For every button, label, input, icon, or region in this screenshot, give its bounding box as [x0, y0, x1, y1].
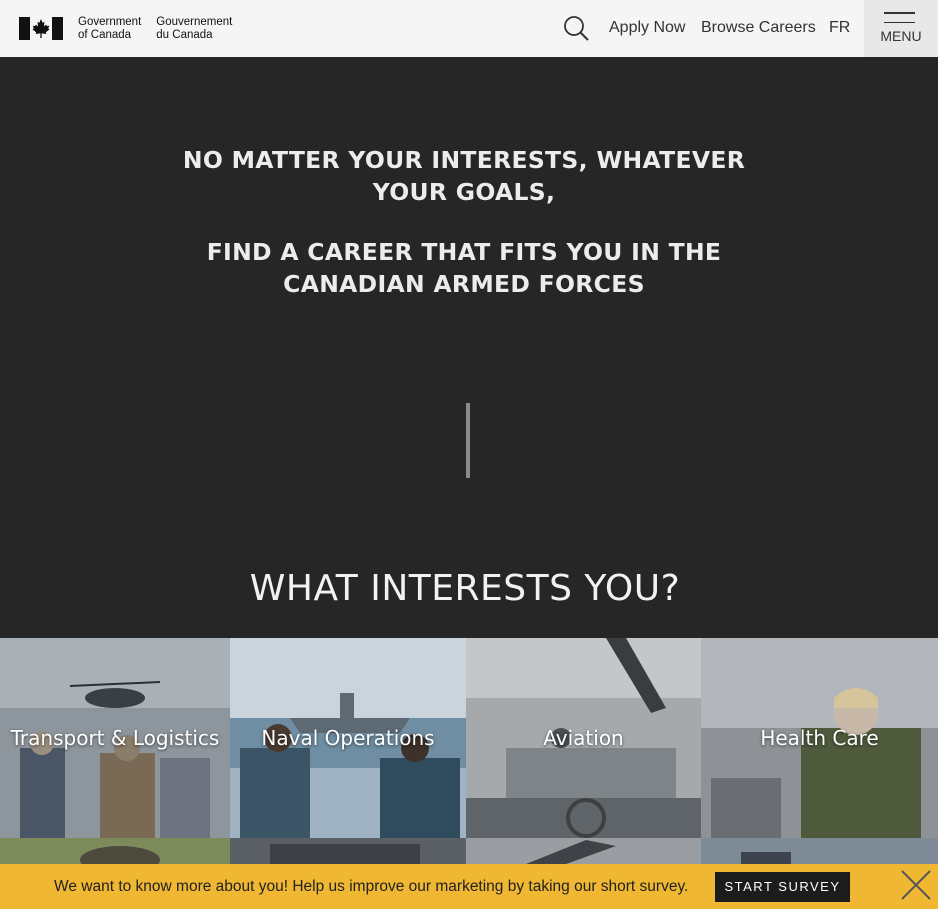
tile-label: Health Care — [760, 726, 879, 750]
browse-careers-link[interactable]: Browse Careers — [701, 19, 816, 37]
tile-row2-3[interactable] — [466, 838, 701, 864]
logo-en-line2: of Canada — [78, 29, 132, 41]
site-header: Government of Canada Gouvernement du Can… — [0, 0, 938, 57]
survey-banner: We want to know more about you! Help us … — [0, 864, 938, 909]
hero-heading: NO MATTER YOUR INTERESTS, WHATEVER YOUR … — [0, 144, 928, 300]
tile-photo — [0, 838, 230, 864]
search-icon — [564, 16, 589, 41]
menu-label: MENU — [880, 28, 922, 44]
tile-transport-logistics[interactable]: Transport & Logistics — [0, 638, 230, 838]
logo-en-line1: Government — [78, 16, 142, 28]
logo-fr-line1: Gouvernement — [156, 16, 233, 28]
government-of-canada-logo[interactable]: Government of Canada Gouvernement du Can… — [19, 16, 232, 42]
tile-photo — [701, 838, 938, 864]
hero-line-2: FIND A CAREER THAT FITS YOU IN THE CANAD… — [206, 238, 722, 298]
logo-fr-line2: du Canada — [156, 29, 213, 41]
tile-health-care[interactable]: Health Care — [701, 638, 938, 838]
close-icon — [901, 870, 931, 900]
tile-row2-1[interactable] — [0, 838, 230, 864]
language-toggle-link[interactable]: FR — [829, 19, 850, 37]
logo-text-en: Government of Canada — [78, 16, 141, 42]
interests-title: WHAT INTERESTS YOU? — [249, 568, 681, 609]
tile-aviation[interactable]: Aviation — [466, 638, 701, 838]
tile-photo — [466, 838, 701, 864]
logo-text-fr: Gouvernement du Canada — [156, 16, 232, 42]
survey-message: We want to know more about you! Help us … — [54, 878, 689, 895]
apply-now-link[interactable]: Apply Now — [609, 19, 685, 37]
tile-naval-operations[interactable]: Naval Operations — [230, 638, 466, 838]
tile-row2-4[interactable] — [701, 838, 938, 864]
canada-flag-icon — [19, 17, 63, 40]
survey-close-button[interactable] — [899, 868, 933, 902]
tile-row2-2[interactable] — [230, 838, 466, 864]
tile-label: Naval Operations — [261, 726, 435, 750]
scroll-indicator — [466, 403, 470, 478]
tile-label: Transport & Logistics — [10, 726, 220, 750]
hero-line-1: NO MATTER YOUR INTERESTS, WHATEVER YOUR … — [182, 146, 746, 206]
start-survey-button[interactable]: START SURVEY — [715, 872, 850, 902]
menu-button[interactable]: MENU — [864, 0, 938, 57]
tile-label: Aviation — [543, 726, 624, 750]
search-button[interactable] — [562, 14, 590, 42]
tile-photo — [230, 838, 466, 864]
